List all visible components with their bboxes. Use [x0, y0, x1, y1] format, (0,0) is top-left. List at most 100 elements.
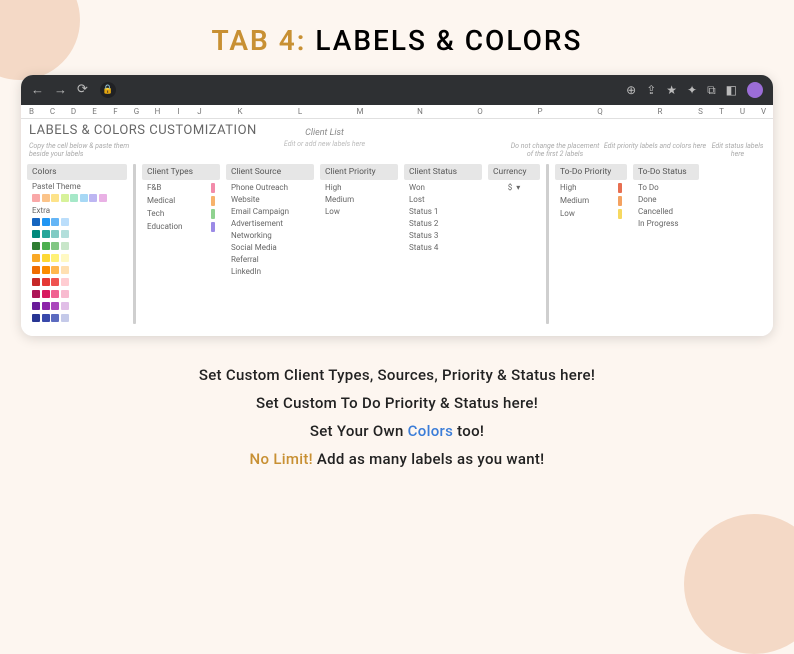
color-swatch[interactable] [32, 290, 40, 298]
color-swatch[interactable] [32, 218, 40, 226]
color-swatch[interactable] [42, 254, 50, 262]
caption-4: No Limit! Add as many labels as you want… [40, 450, 754, 468]
list-item[interactable]: LinkedIn [226, 265, 314, 277]
list-item[interactable]: Low [555, 207, 627, 220]
list-item[interactable]: Tech [142, 207, 220, 220]
column-header-row: BCDEFGHIJKLMNOPQRSTUVWXYZAA [21, 105, 773, 119]
extensions-icon[interactable]: ✦ [687, 83, 697, 97]
color-swatch[interactable] [42, 194, 50, 202]
todo-status-block-header: To-Do Status [633, 164, 699, 180]
browser-toolbar: ← → ⟳ 🔒 ⊕ ⇪ ★ ✦ ⧉ ◧ [21, 75, 773, 105]
color-swatch[interactable] [51, 302, 59, 310]
caption-2: Set Custom To Do Priority & Status here! [40, 394, 754, 412]
client-status-block: Client StatusWonLostStatus 1Status 2Stat… [404, 164, 482, 254]
list-item[interactable]: F&B [142, 181, 220, 194]
list-item[interactable]: Education [142, 220, 220, 233]
list-item[interactable]: Advertisement [226, 217, 314, 229]
color-swatch[interactable] [42, 266, 50, 274]
client-types-block-header: Client Types [142, 164, 220, 180]
color-swatch[interactable] [32, 242, 40, 250]
avatar[interactable] [747, 82, 763, 98]
color-swatch[interactable] [32, 314, 40, 322]
star-icon[interactable]: ★ [666, 83, 677, 97]
menu-icon[interactable]: ◧ [726, 83, 737, 97]
list-item[interactable]: Phone Outreach [226, 181, 314, 193]
client-source-block: Client SourcePhone OutreachWebsiteEmail … [226, 164, 314, 278]
forward-icon[interactable]: → [54, 82, 67, 98]
color-swatch[interactable] [42, 218, 50, 226]
list-item[interactable]: Networking [226, 229, 314, 241]
list-item[interactable]: Medium [320, 193, 398, 205]
color-swatch[interactable] [89, 194, 97, 202]
currency-select[interactable]: $ ▾ [488, 181, 540, 193]
color-swatch[interactable] [51, 278, 59, 286]
list-item[interactable]: Lost [404, 193, 482, 205]
list-item[interactable]: Done [633, 193, 699, 205]
color-swatch[interactable] [61, 266, 69, 274]
color-swatch[interactable] [42, 242, 50, 250]
list-item[interactable]: Social Media [226, 241, 314, 253]
hint-edit-priority: Edit priority labels and colors here [600, 142, 710, 158]
color-swatch[interactable] [42, 230, 50, 238]
todo-priority-block: To-Do PriorityHighMediumLow [555, 164, 627, 221]
color-swatch[interactable] [42, 278, 50, 286]
search-icon[interactable]: ⊕ [626, 83, 636, 97]
color-swatch[interactable] [42, 290, 50, 298]
back-icon[interactable]: ← [31, 82, 44, 98]
list-item[interactable]: High [320, 181, 398, 193]
color-swatch[interactable] [42, 314, 50, 322]
list-item[interactable]: Medical [142, 194, 220, 207]
reload-icon[interactable]: ⟳ [77, 82, 88, 98]
color-swatch[interactable] [42, 302, 50, 310]
color-swatch[interactable] [61, 302, 69, 310]
color-swatch[interactable] [51, 218, 59, 226]
color-swatch[interactable] [51, 254, 59, 262]
list-item[interactable]: Status 3 [404, 229, 482, 241]
color-swatch[interactable] [61, 254, 69, 262]
color-swatch[interactable] [32, 278, 40, 286]
color-swatch[interactable] [61, 290, 69, 298]
caption-1: Set Custom Client Types, Sources, Priori… [40, 366, 754, 384]
color-swatch[interactable] [61, 314, 69, 322]
share-icon[interactable]: ⇪ [646, 83, 656, 97]
list-item[interactable]: Medium [555, 194, 627, 207]
list-item[interactable]: In Progress [633, 217, 699, 229]
client-status-block-header: Client Status [404, 164, 482, 180]
color-swatch[interactable] [51, 194, 59, 202]
color-swatch[interactable] [61, 278, 69, 286]
color-swatch[interactable] [70, 194, 78, 202]
list-item[interactable]: Referral [226, 253, 314, 265]
browser-window: ← → ⟳ 🔒 ⊕ ⇪ ★ ✦ ⧉ ◧ BCDEFGHIJKLMNOPQRSTU… [21, 75, 773, 336]
list-item[interactable]: Status 4 [404, 241, 482, 253]
list-item[interactable]: To Do [633, 181, 699, 193]
color-swatch[interactable] [61, 242, 69, 250]
color-swatch[interactable] [32, 194, 40, 202]
color-swatch[interactable] [32, 302, 40, 310]
color-swatch[interactable] [61, 230, 69, 238]
colors-block: ColorsPastel ThemeExtra [27, 164, 127, 324]
list-item[interactable]: Website [226, 193, 314, 205]
color-swatch[interactable] [51, 290, 59, 298]
window-icon[interactable]: ⧉ [707, 83, 716, 98]
list-item[interactable]: Status 2 [404, 217, 482, 229]
color-swatch[interactable] [99, 194, 107, 202]
color-swatch[interactable] [80, 194, 88, 202]
color-swatch[interactable] [51, 314, 59, 322]
color-swatch[interactable] [51, 266, 59, 274]
client-list-label: Client List [139, 128, 510, 138]
color-swatch[interactable] [32, 266, 40, 274]
color-swatch[interactable] [32, 254, 40, 262]
color-swatch[interactable] [51, 242, 59, 250]
color-swatch[interactable] [51, 230, 59, 238]
list-item[interactable]: Won [404, 181, 482, 193]
color-swatch[interactable] [61, 218, 69, 226]
color-swatch[interactable] [32, 230, 40, 238]
list-item[interactable]: Email Campaign [226, 205, 314, 217]
color-swatch[interactable] [61, 194, 69, 202]
list-item[interactable]: High [555, 181, 627, 194]
lock-icon: 🔒 [100, 82, 116, 98]
list-item[interactable]: Status 1 [404, 205, 482, 217]
list-item[interactable]: Cancelled [633, 205, 699, 217]
colors-header: Colors [27, 164, 127, 180]
list-item[interactable]: Low [320, 205, 398, 217]
